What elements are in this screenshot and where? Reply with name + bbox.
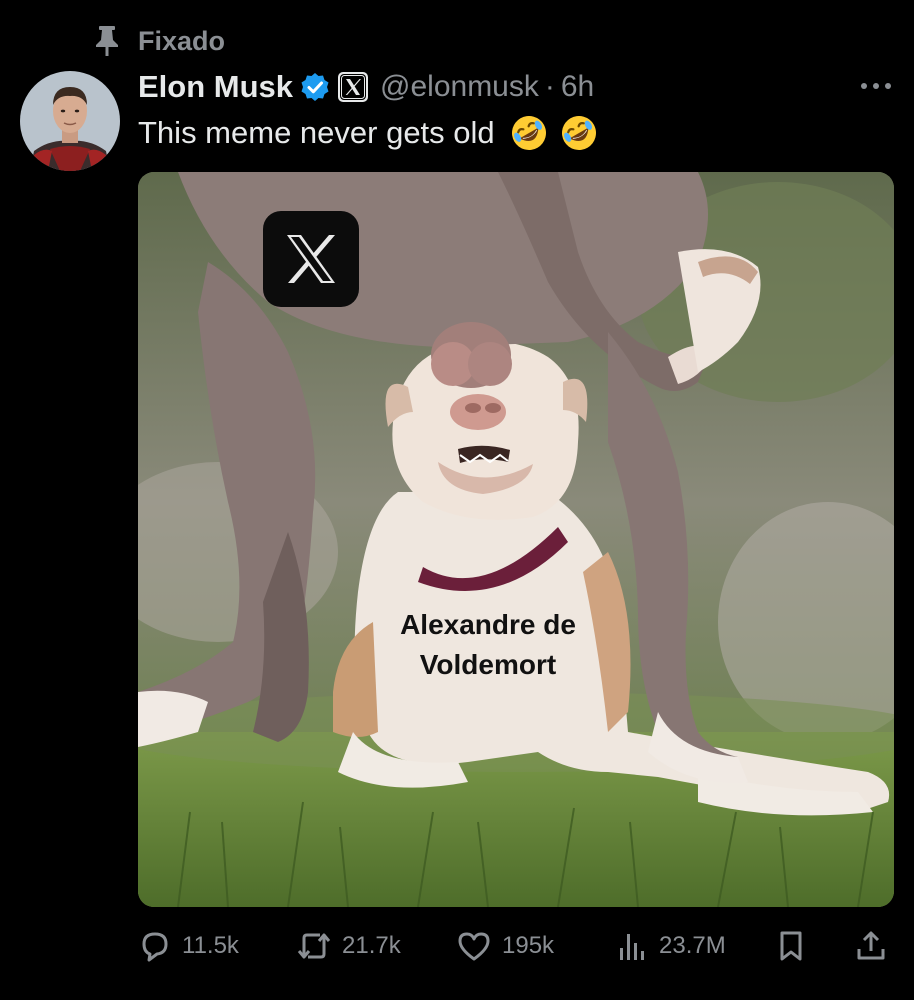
heart-icon — [458, 932, 490, 961]
pin-icon — [96, 26, 118, 56]
avatar[interactable] — [20, 71, 120, 171]
views-count: 23.7M — [659, 932, 726, 959]
tweet-actions: 11.5k 21.7k 195k 23.7M — [0, 924, 914, 968]
reply-count: 11.5k — [182, 932, 239, 959]
repost-icon — [297, 933, 331, 959]
share-button[interactable] — [854, 924, 888, 968]
x-affiliation-badge-icon[interactable] — [338, 72, 369, 102]
meme-photo — [138, 172, 894, 907]
share-icon — [857, 931, 885, 960]
repost-count: 21.7k — [342, 932, 401, 959]
reply-button[interactable]: 11.5k — [138, 924, 239, 968]
analytics-icon — [620, 934, 644, 960]
author-handle[interactable]: @elonmusk — [380, 70, 539, 104]
repost-button[interactable]: 21.7k — [296, 924, 401, 968]
meme-caption-line1: Alexandre de — [400, 609, 576, 640]
rolling-on-floor-laughing-emoji-icon — [561, 116, 596, 150]
tweet-text: This meme never gets old — [138, 111, 599, 155]
meme-caption-line2: Voldemort — [419, 649, 557, 680]
bookmark-button[interactable] — [774, 924, 808, 968]
x-logo-icon — [263, 211, 359, 307]
rolling-on-floor-laughing-emoji-icon — [511, 116, 546, 150]
tweet-media-image[interactable]: Alexandre de Voldemort — [138, 172, 894, 907]
views-button[interactable]: 23.7M — [615, 924, 726, 968]
author-name[interactable]: Elon Musk — [138, 69, 293, 105]
pinned-label: Fixado — [138, 25, 226, 56]
pinned-indicator: Fixado — [94, 24, 225, 58]
verified-badge-icon[interactable] — [300, 72, 330, 102]
reply-icon — [142, 932, 168, 962]
separator-dot: · — [544, 70, 555, 103]
like-button[interactable]: 195k — [456, 924, 554, 968]
like-count: 195k — [502, 932, 555, 959]
tweet-time[interactable]: 6h — [561, 70, 594, 104]
tweet-body: This meme never gets old — [138, 115, 495, 150]
bookmark-icon — [780, 931, 802, 961]
meme-caption: Alexandre de Voldemort — [138, 605, 894, 685]
tweet-header: Elon Musk @elonmusk · 6h — [138, 67, 594, 107]
more-options-icon[interactable] — [857, 76, 897, 96]
